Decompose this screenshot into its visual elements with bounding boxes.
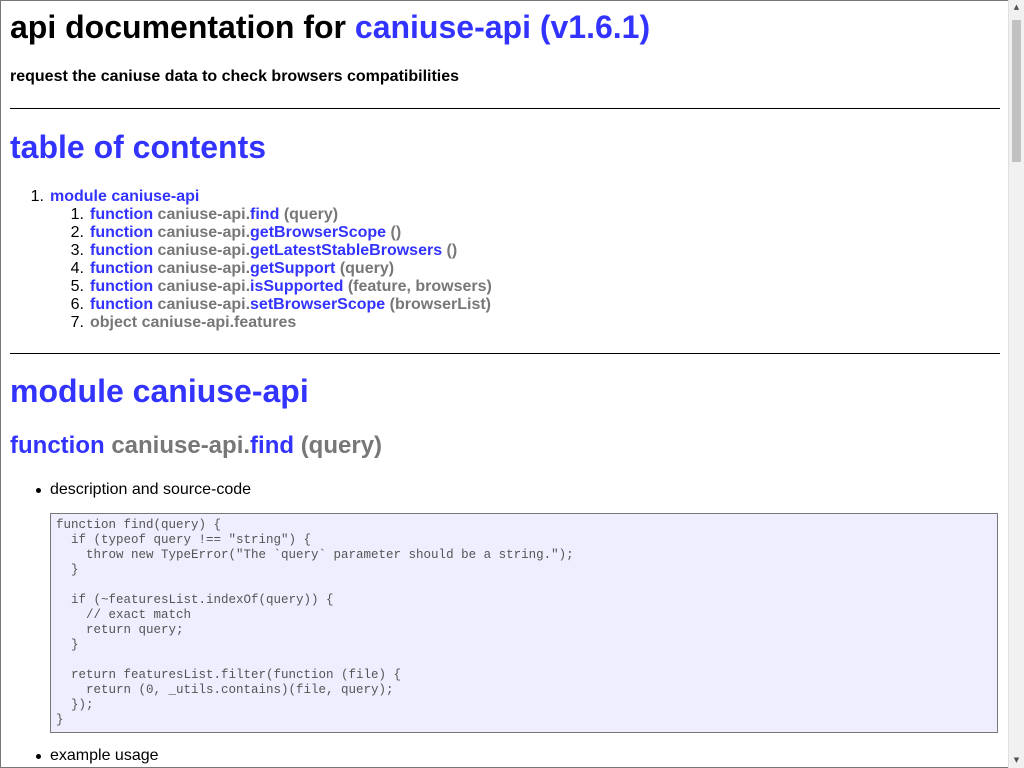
toc-function-keyword[interactable]: function [90,278,153,295]
toc-item[interactable]: 6. function caniuse-api.setBrowserScope (… [10,296,492,314]
toc-item-prefix: caniuse-api. [157,206,251,223]
page-title: api documentation for caniuse-api (v1.6.… [10,9,650,46]
toc-heading[interactable]: table of contents [10,129,266,166]
toc-number: 7. [70,314,84,331]
toc-item[interactable]: 1. function caniuse-api.find (query) [10,206,492,224]
toc-item-prefix: caniuse-api. [157,278,251,295]
toc-number: 1. [30,188,44,205]
toc-item-prefix: caniuse-api. [157,260,251,277]
toc-function-link[interactable]: isSupported [250,278,343,295]
bullet-example: example usage [36,747,159,764]
toc-function-link[interactable]: getSupport [250,260,335,277]
package-link[interactable]: caniuse-api (v1.6.1) [355,9,650,45]
bullet-description: description and source-code [35,481,252,498]
toc-number: 5. [70,278,84,295]
toc-item-prefix: caniuse-api. [157,242,251,259]
vertical-scrollbar[interactable]: ▲ ▼ [1008,0,1024,768]
toc-item[interactable]: 2. function caniuse-api.getBrowserScope (… [10,224,492,242]
toc-function-link[interactable]: setBrowserScope [250,296,385,313]
toc-number: 6. [70,296,84,313]
toc-function-link[interactable]: find [250,206,279,223]
function-args: (query) [300,432,383,459]
function-prefix: caniuse-api. [111,432,251,459]
toc-item-prefix: caniuse-api. [157,296,251,313]
function-name: find [250,432,295,459]
scroll-thumb[interactable] [1012,20,1021,162]
toc-function-keyword[interactable]: function [90,206,153,223]
toc-function-keyword[interactable]: function [90,296,153,313]
toc-number: 1. [70,206,84,223]
page-subtitle: request the caniuse data to check browse… [10,68,460,85]
toc-item[interactable]: 5. function caniuse-api.isSupported (feat… [10,278,492,296]
toc-function-keyword[interactable]: function [90,224,153,241]
divider [10,353,1000,354]
toc-link-module[interactable]: module caniuse-api [50,188,199,205]
toc-function-keyword[interactable]: function [90,260,153,277]
toc-function-link[interactable]: getLatestStableBrowsers [250,242,442,259]
toc-item-module[interactable]: 1. module caniuse-api [10,188,492,206]
source-code: function find(query) { if (typeof query … [56,518,574,727]
toc-number: 3. [70,242,84,259]
toc-function-args: () [446,242,458,259]
toc-function-args: (feature, browsers) [347,278,492,295]
table-of-contents: 1. module caniuse-api 1. function caniuse… [10,188,492,332]
scroll-up-arrow-icon[interactable]: ▲ [1009,0,1024,15]
toc-number: 2. [70,224,84,241]
toc-function-keyword[interactable]: function [90,242,153,259]
toc-function-list: 1. function caniuse-api.find (query) 2. fun… [10,206,492,332]
function-keyword: function [10,432,105,459]
toc-number: 4. [70,260,84,277]
page-title-prefix: api documentation for [10,9,346,45]
toc-item[interactable]: 7. object caniuse-api.features [10,314,492,332]
toc-function-link[interactable]: getBrowserScope [250,224,386,241]
module-heading[interactable]: module caniuse-api [10,373,309,410]
divider [10,108,1000,109]
toc-item[interactable]: 3. function caniuse-api.getLatestStableBr… [10,242,492,260]
function-heading[interactable]: function caniuse-api.find (query) [10,432,382,460]
toc-item-prefix: caniuse-api. [157,224,251,241]
toc-function-args: (query) [339,260,395,277]
toc-function-args: (browserList) [389,296,491,313]
toc-item-prefix: object caniuse-api.features [90,314,297,331]
toc-function-args: (query) [283,206,339,223]
toc-function-args: () [390,224,402,241]
toc-item[interactable]: 4. function caniuse-api.getSupport (query… [10,260,492,278]
browser-viewport: api documentation for caniuse-api (v1.6.… [0,0,1024,768]
scroll-down-arrow-icon[interactable]: ▼ [1009,753,1024,768]
source-code-block: function find(query) { if (typeof query … [50,513,998,733]
